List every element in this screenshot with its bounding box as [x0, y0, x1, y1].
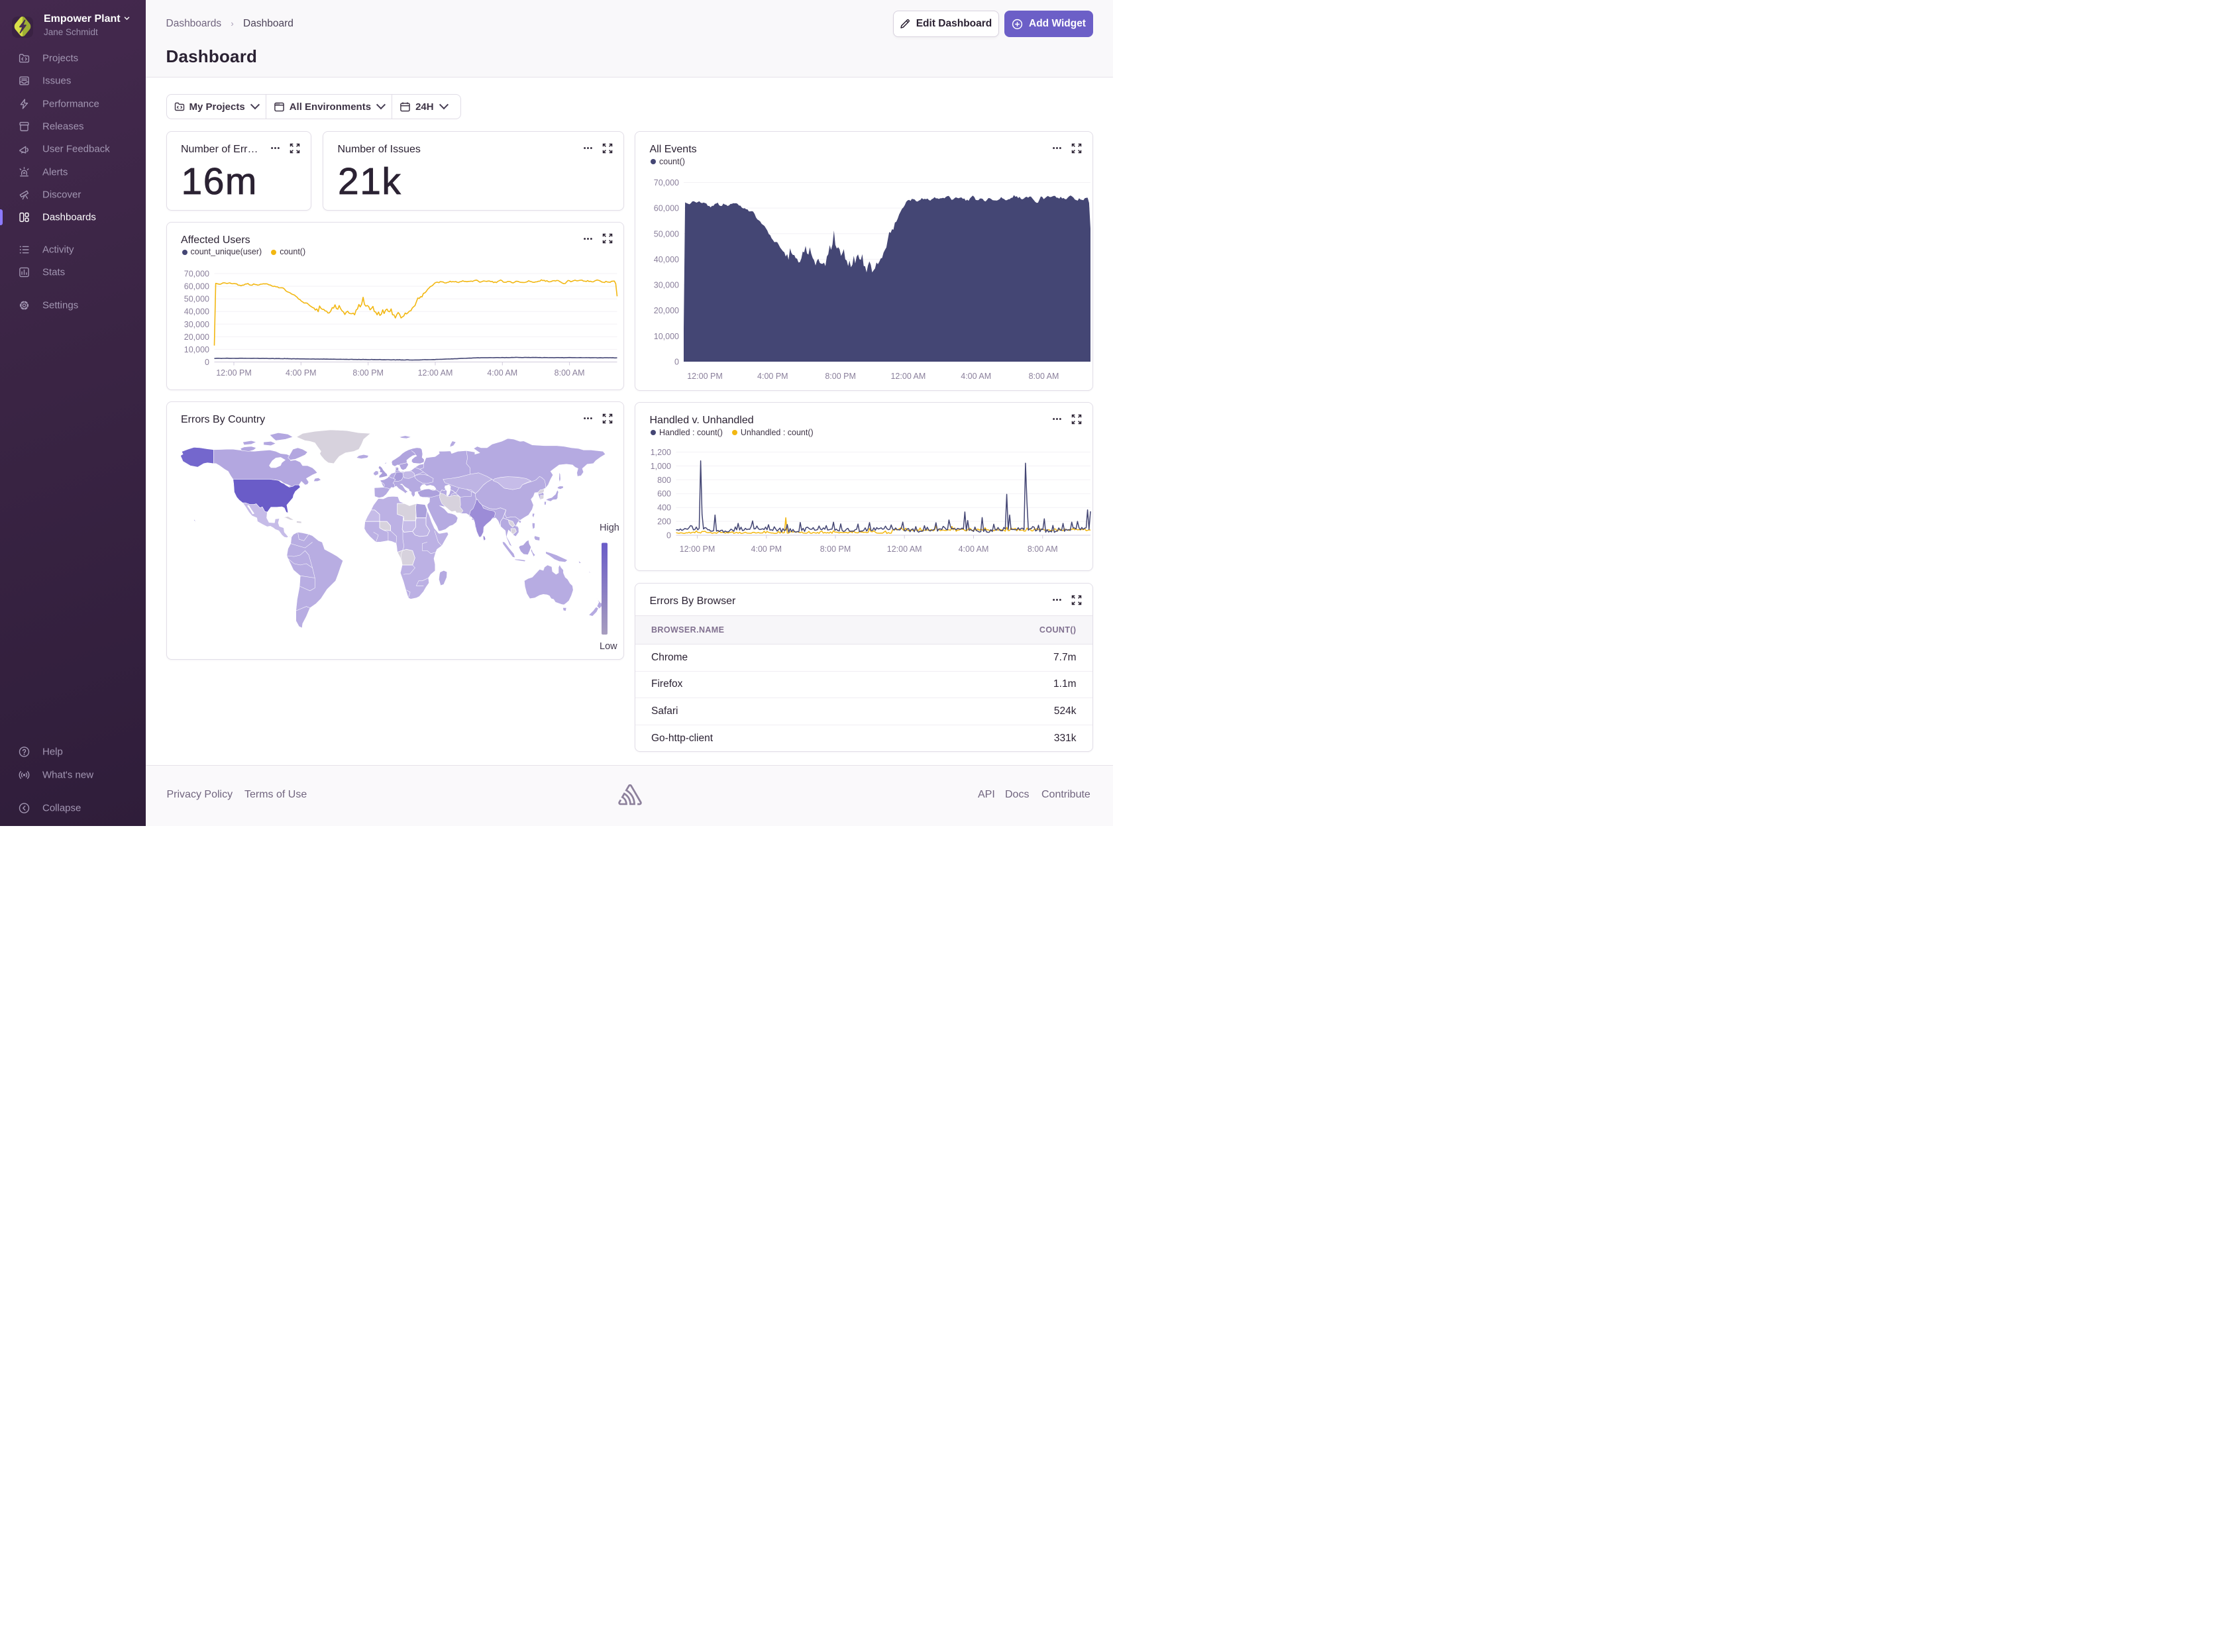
svg-text:8:00 AM: 8:00 AM: [1028, 544, 1058, 554]
svg-text:50,000: 50,000: [184, 294, 209, 303]
svg-text:400: 400: [657, 503, 671, 513]
svg-text:1,200: 1,200: [651, 448, 671, 457]
svg-text:10,000: 10,000: [654, 332, 679, 341]
svg-text:High: High: [600, 523, 619, 533]
svg-text:8:00 AM: 8:00 AM: [1029, 372, 1059, 381]
svg-text:12:00 AM: 12:00 AM: [887, 544, 922, 554]
svg-text:12:00 AM: 12:00 AM: [890, 372, 926, 381]
svg-text:8:00 PM: 8:00 PM: [825, 372, 856, 381]
svg-text:30,000: 30,000: [184, 319, 209, 329]
svg-text:0: 0: [674, 358, 679, 367]
svg-text:10,000: 10,000: [184, 344, 209, 354]
svg-text:8:00 AM: 8:00 AM: [554, 368, 584, 378]
svg-text:4:00 PM: 4:00 PM: [286, 368, 317, 378]
svg-text:12:00 PM: 12:00 PM: [680, 544, 716, 554]
svg-text:4:00 AM: 4:00 AM: [961, 372, 991, 381]
svg-text:0: 0: [205, 358, 209, 367]
svg-text:20,000: 20,000: [184, 332, 209, 341]
svg-text:70,000: 70,000: [184, 269, 209, 278]
svg-text:30,000: 30,000: [654, 281, 679, 290]
svg-text:8:00 PM: 8:00 PM: [352, 368, 384, 378]
svg-text:40,000: 40,000: [654, 255, 679, 264]
svg-text:12:00 AM: 12:00 AM: [417, 368, 452, 378]
svg-text:0: 0: [666, 531, 671, 541]
svg-text:20,000: 20,000: [654, 306, 679, 315]
svg-text:12:00 PM: 12:00 PM: [687, 372, 723, 381]
svg-text:4:00 AM: 4:00 AM: [959, 544, 989, 554]
svg-text:800: 800: [657, 476, 671, 485]
svg-text:600: 600: [657, 490, 671, 499]
svg-text:4:00 AM: 4:00 AM: [487, 368, 517, 378]
svg-text:60,000: 60,000: [654, 204, 679, 213]
svg-text:12:00 PM: 12:00 PM: [216, 368, 252, 378]
svg-text:200: 200: [657, 517, 671, 527]
svg-text:60,000: 60,000: [184, 282, 209, 291]
svg-text:4:00 PM: 4:00 PM: [757, 372, 788, 381]
svg-text:40,000: 40,000: [184, 307, 209, 316]
svg-text:8:00 PM: 8:00 PM: [820, 544, 851, 554]
svg-text:4:00 PM: 4:00 PM: [751, 544, 782, 554]
svg-text:Low: Low: [600, 641, 617, 652]
svg-text:1,000: 1,000: [651, 462, 671, 471]
svg-text:50,000: 50,000: [654, 229, 679, 238]
svg-text:70,000: 70,000: [654, 178, 679, 187]
